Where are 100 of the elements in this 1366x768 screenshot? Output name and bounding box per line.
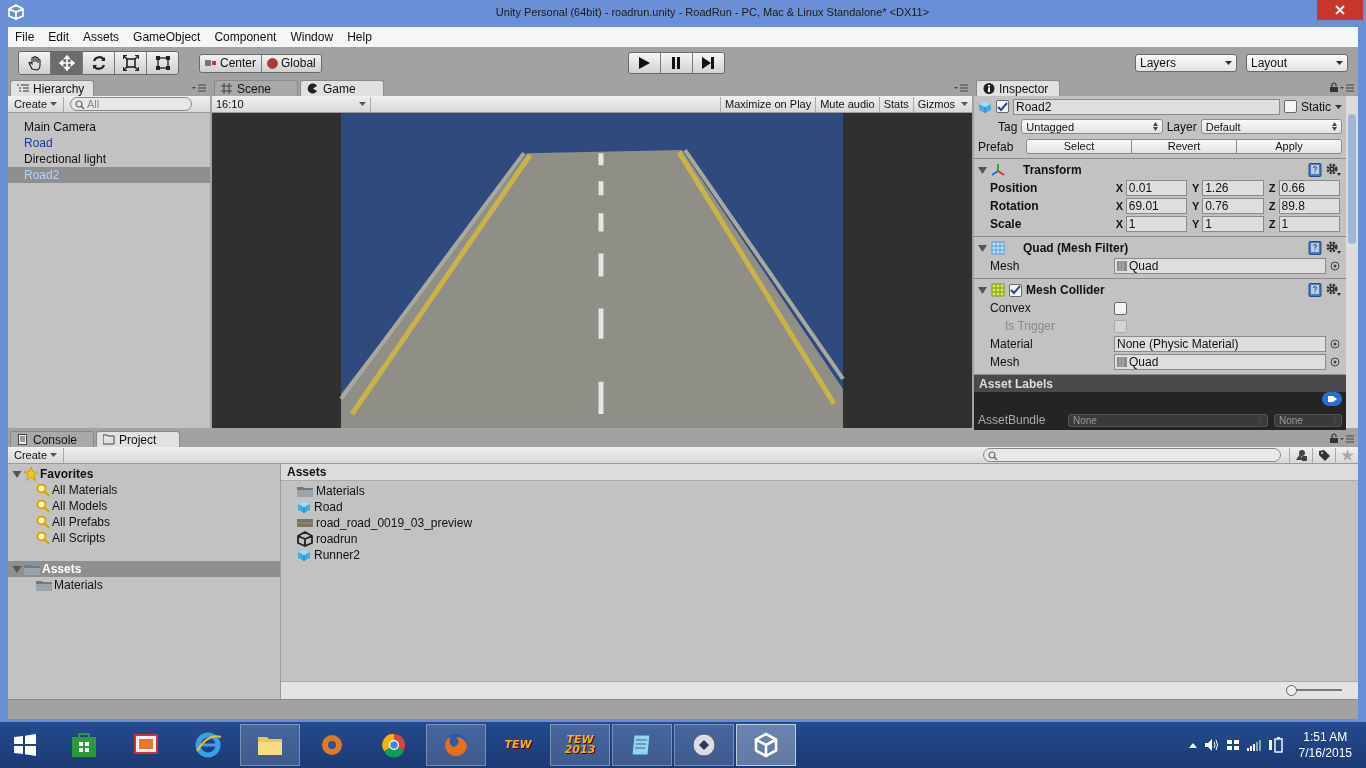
gear-icon[interactable] <box>1326 241 1342 255</box>
asset-item[interactable]: road_road_0019_03_preview <box>316 516 473 530</box>
asset-item[interactable]: Runner2 <box>314 548 361 562</box>
tree-item[interactable]: All Models <box>52 499 108 513</box>
close-button[interactable] <box>1317 0 1363 20</box>
number-field[interactable]: 1.26 <box>1202 180 1264 196</box>
number-field[interactable]: 0.66 <box>1278 180 1340 196</box>
tree-item[interactable]: All Scripts <box>52 531 106 545</box>
gear-icon[interactable] <box>1326 163 1342 177</box>
star-icon[interactable] <box>1340 449 1354 461</box>
object-field[interactable]: Quad <box>1114 258 1326 274</box>
pause-button[interactable] <box>660 53 693 73</box>
taskbar-app-button[interactable] <box>240 724 300 766</box>
tag-dropdown[interactable]: Untagged <box>1021 119 1163 134</box>
checkbox[interactable] <box>1114 301 1127 315</box>
axis-label: X <box>1114 182 1124 194</box>
pivot-button[interactable]: Center <box>200 54 263 72</box>
search-icon <box>988 450 998 460</box>
tag-icon[interactable] <box>1322 392 1342 406</box>
layer-dropdown[interactable]: Default <box>1200 119 1342 134</box>
zoom-slider[interactable] <box>1286 685 1342 696</box>
object-picker-icon[interactable] <box>1330 261 1340 271</box>
menu-item[interactable]: Help <box>340 30 379 44</box>
number-field[interactable]: 0.01 <box>1125 180 1188 196</box>
panel-tab[interactable]: Inspector <box>976 80 1060 96</box>
play-button[interactable] <box>628 53 661 73</box>
object-field[interactable]: None (Physic Material) <box>1114 336 1326 352</box>
menu-item[interactable]: Edit <box>41 30 77 44</box>
aspect-dropdown[interactable]: 16:10 <box>212 96 371 112</box>
tag-icon[interactable] <box>1317 449 1331 461</box>
tree-item[interactable]: Favorites <box>40 467 94 481</box>
help-book-icon[interactable] <box>1308 163 1322 177</box>
slider-thumb[interactable] <box>1286 685 1297 696</box>
shapes-icon[interactable] <box>1294 449 1308 461</box>
tool-button[interactable] <box>83 52 115 74</box>
step-button[interactable] <box>692 53 724 73</box>
tree-item[interactable]: Materials <box>54 578 103 592</box>
name-field[interactable]: Road2 <box>1013 98 1280 115</box>
panel-tab[interactable]: Scene <box>214 80 298 96</box>
menu-item[interactable]: GameObject <box>126 30 208 44</box>
prefab-button[interactable]: Revert <box>1132 140 1237 153</box>
number-field[interactable]: 89.8 <box>1278 198 1340 214</box>
variant-dropdown[interactable]: None <box>1274 413 1342 427</box>
panel-tab[interactable]: Console <box>10 431 94 447</box>
battery-icon[interactable] <box>1268 737 1283 753</box>
panel-tab[interactable]: Game <box>300 80 384 96</box>
clock-time[interactable]: 1:51 AM <box>1303 729 1348 745</box>
help-book-icon[interactable] <box>1308 283 1322 297</box>
number-field[interactable]: 1 <box>1278 216 1340 232</box>
hierarchy-item[interactable]: Main Camera <box>8 119 210 135</box>
asset-item[interactable]: Road <box>314 500 343 514</box>
create-dropdown[interactable]: Create <box>8 96 65 112</box>
scrollbar[interactable] <box>1346 96 1358 428</box>
hierarchy-item[interactable]: Directional light <box>8 151 210 167</box>
menu-item[interactable]: Component <box>207 30 284 44</box>
tool-button[interactable] <box>147 52 178 74</box>
menu-item[interactable]: File <box>8 30 42 44</box>
prefab-button[interactable]: Select <box>1027 140 1132 153</box>
menu-item[interactable]: Assets <box>76 30 127 44</box>
asset-item[interactable]: Materials <box>316 484 365 498</box>
clock-date[interactable]: 7/16/2015 <box>1298 745 1352 761</box>
panel-tab[interactable]: Hierarchy <box>10 80 94 96</box>
window-title: Unity Personal (64bit) - roadrun.unity - RoadRun - PC, Mac & Linux Standalone* <DX11> <box>494 5 931 18</box>
checkbox[interactable] <box>1284 100 1297 113</box>
dropdown[interactable]: Layers <box>1135 54 1237 72</box>
checkbox[interactable] <box>1009 283 1022 297</box>
assetbundle-dropdown[interactable]: None <box>1068 413 1268 427</box>
toolbar-button[interactable]: Stats <box>878 96 913 112</box>
tree-item[interactable]: All Materials <box>52 483 118 497</box>
tool-button[interactable] <box>115 52 147 74</box>
help-book-icon[interactable] <box>1308 241 1322 255</box>
tree-item[interactable]: All Prefabs <box>52 515 111 529</box>
number-field[interactable]: 1 <box>1202 216 1264 232</box>
search-field[interactable] <box>983 448 1281 462</box>
space-button[interactable]: Global <box>262 54 321 72</box>
panel-tab[interactable]: Project <box>96 431 180 447</box>
gear-icon[interactable] <box>1326 283 1342 297</box>
hierarchy-item[interactable]: Road <box>8 135 210 151</box>
caret-icon <box>50 102 58 106</box>
taskbar-app-button[interactable]: TEW <box>488 724 548 766</box>
number-field[interactable]: 1 <box>1125 216 1188 232</box>
asset-item[interactable]: roadrun <box>316 532 358 546</box>
search-icon <box>75 99 86 109</box>
toolbar-button[interactable]: Maximize on Play <box>720 96 816 112</box>
taskbar-app-button[interactable] <box>674 724 734 766</box>
create-dropdown[interactable]: Create <box>8 447 65 463</box>
toolbar-button[interactable]: Gizmos <box>912 96 972 112</box>
number-field[interactable]: 0.76 <box>1202 198 1264 214</box>
menu-item[interactable]: Window <box>283 30 341 44</box>
signal-bars-icon[interactable] <box>1246 739 1261 751</box>
number-field[interactable]: 69.01 <box>1125 198 1188 214</box>
dropdown[interactable]: Layout <box>1246 54 1348 72</box>
tool-button[interactable] <box>19 52 51 74</box>
checkbox[interactable] <box>996 100 1009 113</box>
toolbar-button[interactable]: Mute audio <box>815 96 879 112</box>
prefab-button[interactable]: Apply <box>1237 140 1341 153</box>
windows-flag-icon[interactable] <box>1226 739 1239 751</box>
speaker-icon[interactable] <box>1204 739 1219 751</box>
object-field[interactable]: Quad <box>1114 354 1326 370</box>
up-arrow-icon[interactable] <box>1188 742 1197 748</box>
